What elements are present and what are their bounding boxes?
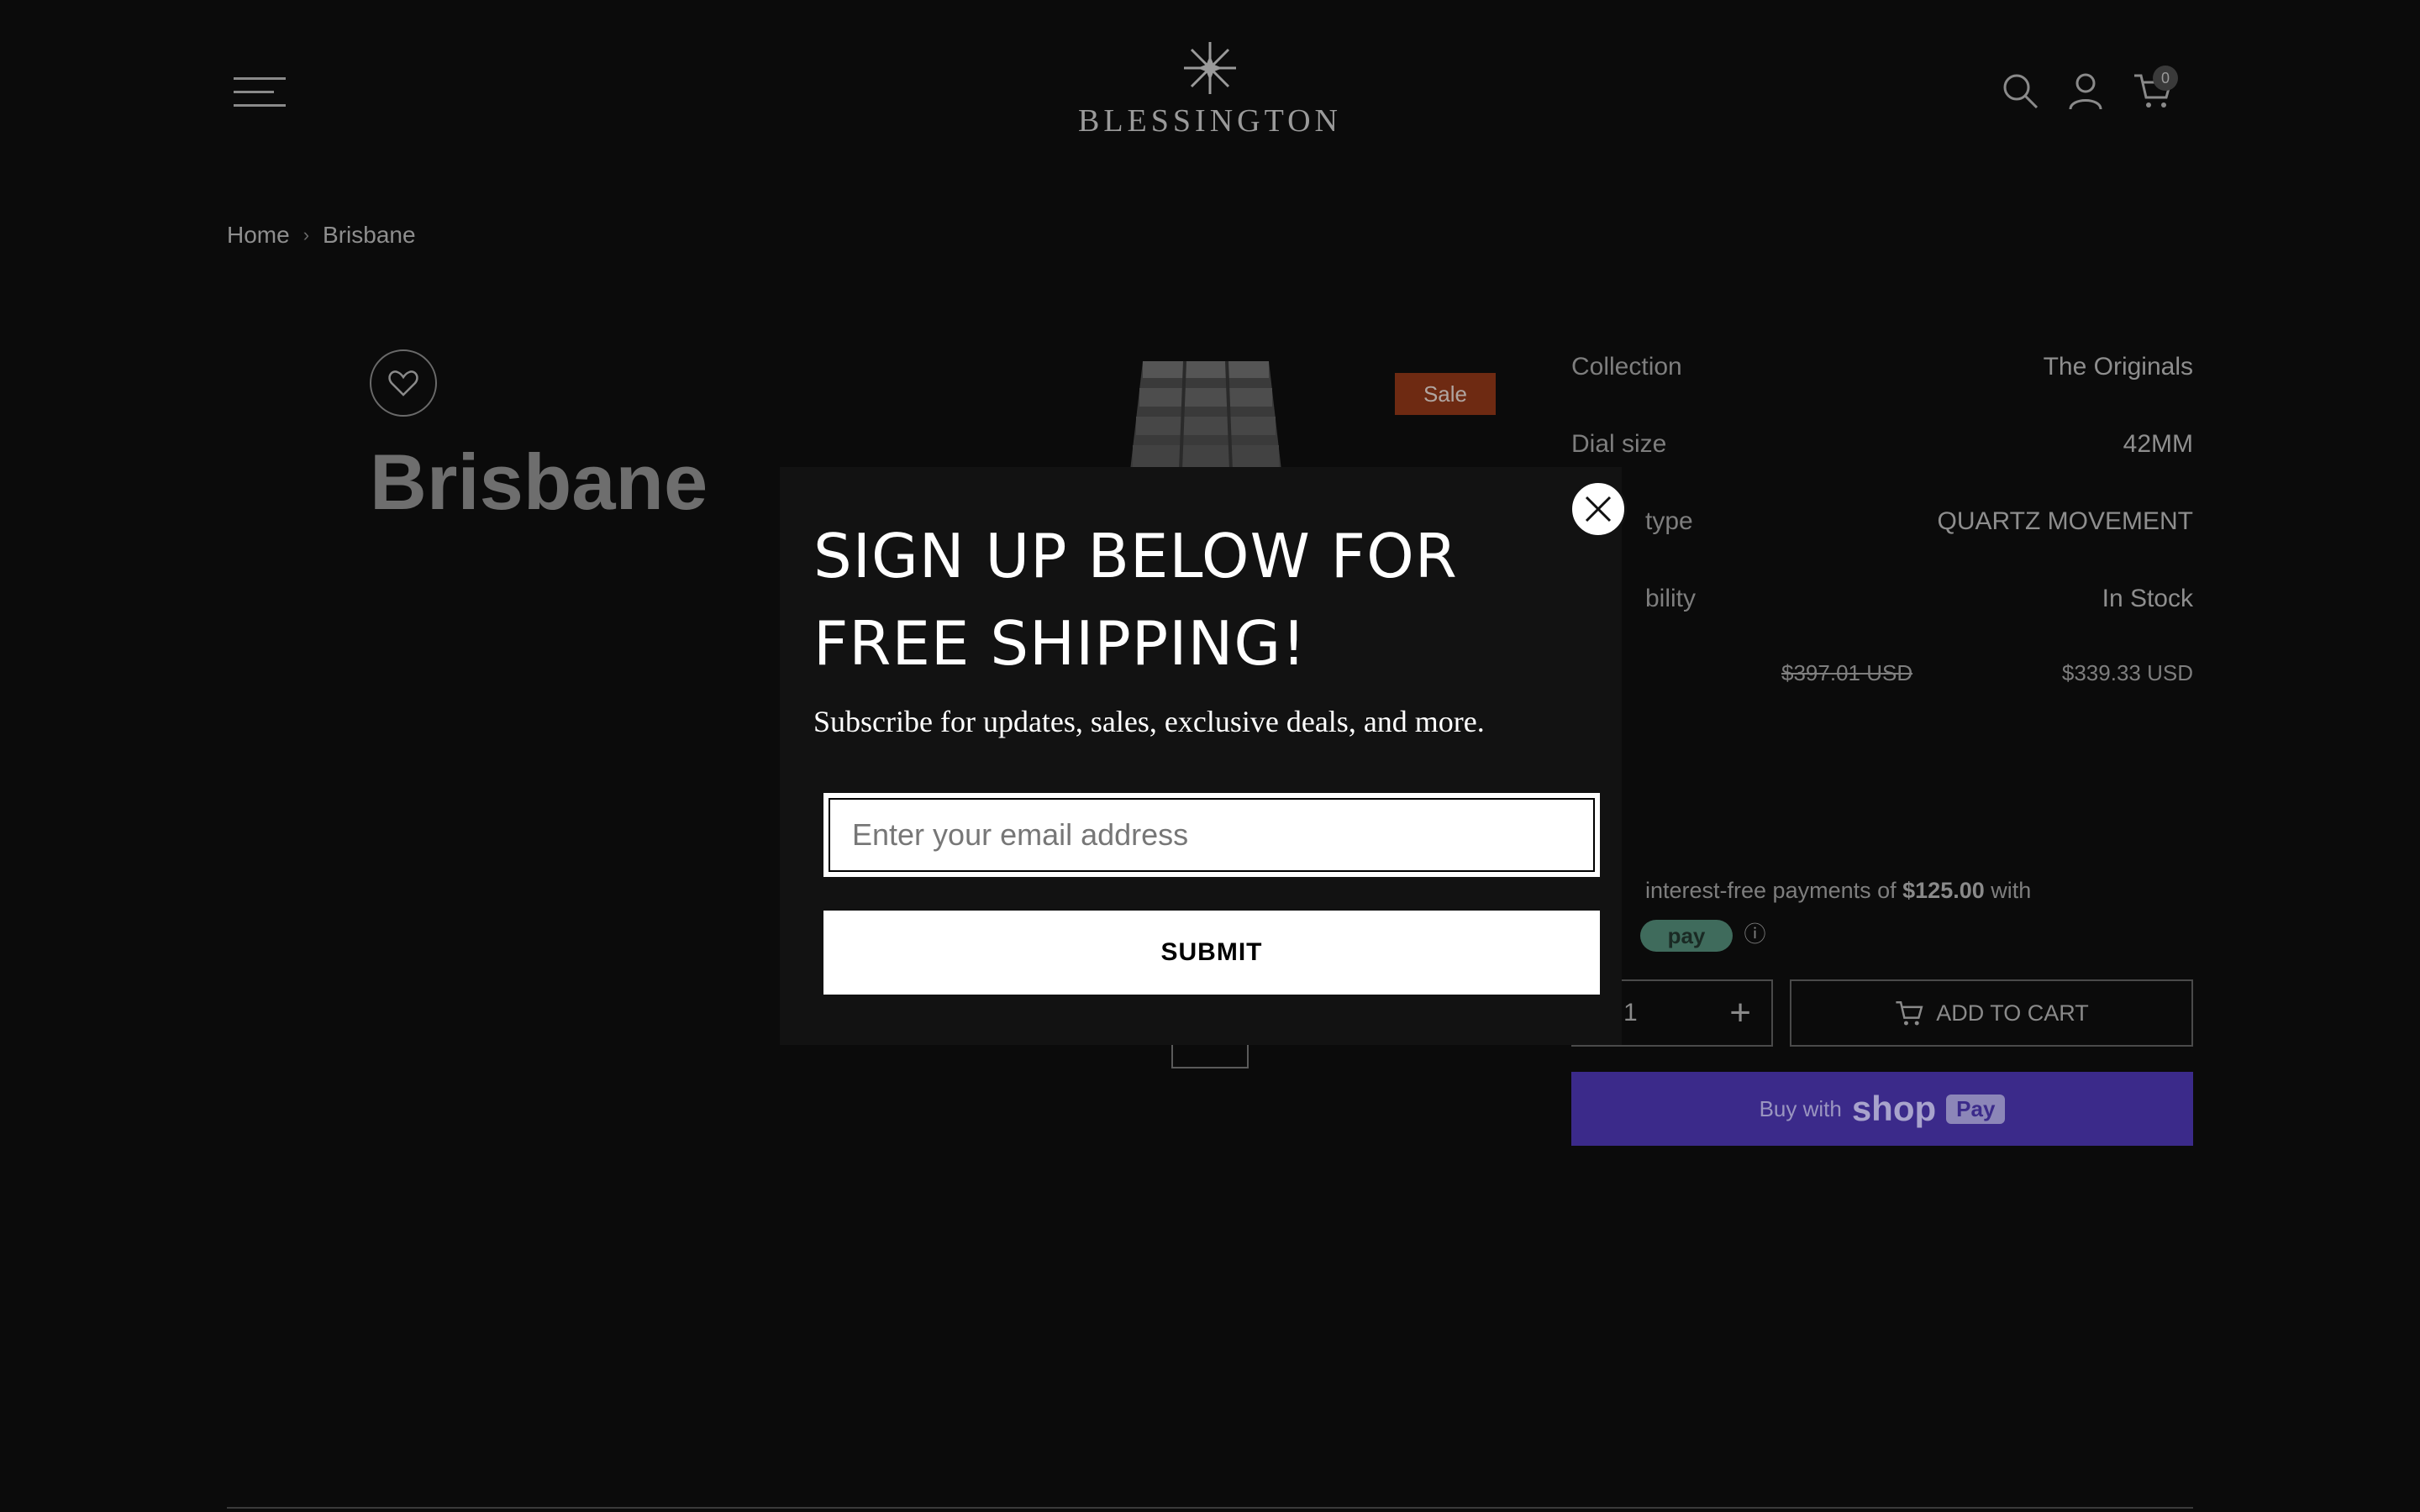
product-image[interactable] — [1092, 353, 1319, 470]
menu-icon[interactable] — [234, 77, 286, 108]
buy-with-label: Buy with — [1759, 1095, 1842, 1121]
afterpay-prefix: interest-free payments of — [1645, 878, 1903, 903]
popup-subtitle: Subscribe for updates, sales, exclusive … — [813, 705, 1485, 738]
product-title: Brisbane — [370, 438, 708, 526]
account-icon[interactable] — [2065, 71, 2106, 111]
cart-icon — [1896, 1001, 1923, 1026]
spec-row: Dial size 42MM — [1571, 430, 2193, 507]
spec-value: The Originals — [2043, 353, 2193, 381]
close-popup-button[interactable] — [1570, 480, 1627, 538]
shop-pay-button[interactable]: Buy with shop Pay — [1571, 1072, 2193, 1146]
info-icon[interactable]: ⓘ — [1744, 921, 1766, 947]
plus-icon[interactable]: + — [1729, 992, 1751, 1034]
shop-logo: shop — [1851, 1089, 1937, 1128]
brand-logo[interactable]: BLESSINGTON — [1059, 39, 1361, 148]
spec-row: type QUARTZ MOVEMENT — [1571, 507, 2193, 585]
afterpay-info: interest-free payments of $125.00 with p… — [1571, 869, 2193, 956]
brand-name: BLESSINGTON — [1078, 103, 1342, 139]
spec-label: Collection — [1571, 353, 1682, 381]
product-specs: Collection The Originals Dial size 42MM … — [1571, 353, 2193, 662]
breadcrumb: Home › Brisbane — [227, 222, 416, 249]
spec-row: Collection The Originals — [1571, 353, 2193, 430]
snowflake-logo-icon — [1184, 42, 1236, 94]
price-sale: $339.33 USD — [2061, 660, 2193, 685]
pay-logo: Pay — [1946, 1094, 2006, 1124]
search-icon[interactable] — [2000, 71, 2040, 111]
afterpay-amount: $125.00 — [1902, 878, 1985, 903]
submit-button[interactable]: SUBMIT — [823, 911, 1600, 995]
wishlist-button[interactable] — [370, 349, 437, 417]
spec-value: In Stock — [2102, 585, 2193, 612]
quantity-value[interactable]: 1 — [1623, 999, 1638, 1027]
spec-value: 42MM — [2123, 430, 2193, 458]
breadcrumb-current: Brisbane — [323, 222, 416, 248]
chevron-right-icon: › — [302, 224, 310, 245]
spec-value: QUARTZ MOVEMENT — [1937, 507, 2193, 535]
add-to-cart-button[interactable]: ADD TO CART — [1790, 979, 2193, 1047]
price-original: $397.01 USD — [1781, 660, 1913, 685]
cart-count-badge: 0 — [2153, 66, 2178, 91]
afterpay-suffix: with — [1984, 878, 2032, 903]
close-icon — [1585, 496, 1612, 522]
breadcrumb-home[interactable]: Home — [227, 222, 290, 249]
afterpay-logo: pay — [1640, 919, 1733, 952]
spec-row: bility In Stock — [1571, 585, 2193, 662]
sale-badge: Sale — [1395, 373, 1496, 415]
heart-icon — [388, 370, 418, 396]
popup-title: SIGN UP BELOW FOR FREE SHIPPING! — [813, 521, 1458, 679]
add-to-cart-label: ADD TO CART — [1936, 1000, 2089, 1026]
footer-divider — [227, 1507, 2193, 1509]
email-input[interactable] — [823, 793, 1600, 877]
